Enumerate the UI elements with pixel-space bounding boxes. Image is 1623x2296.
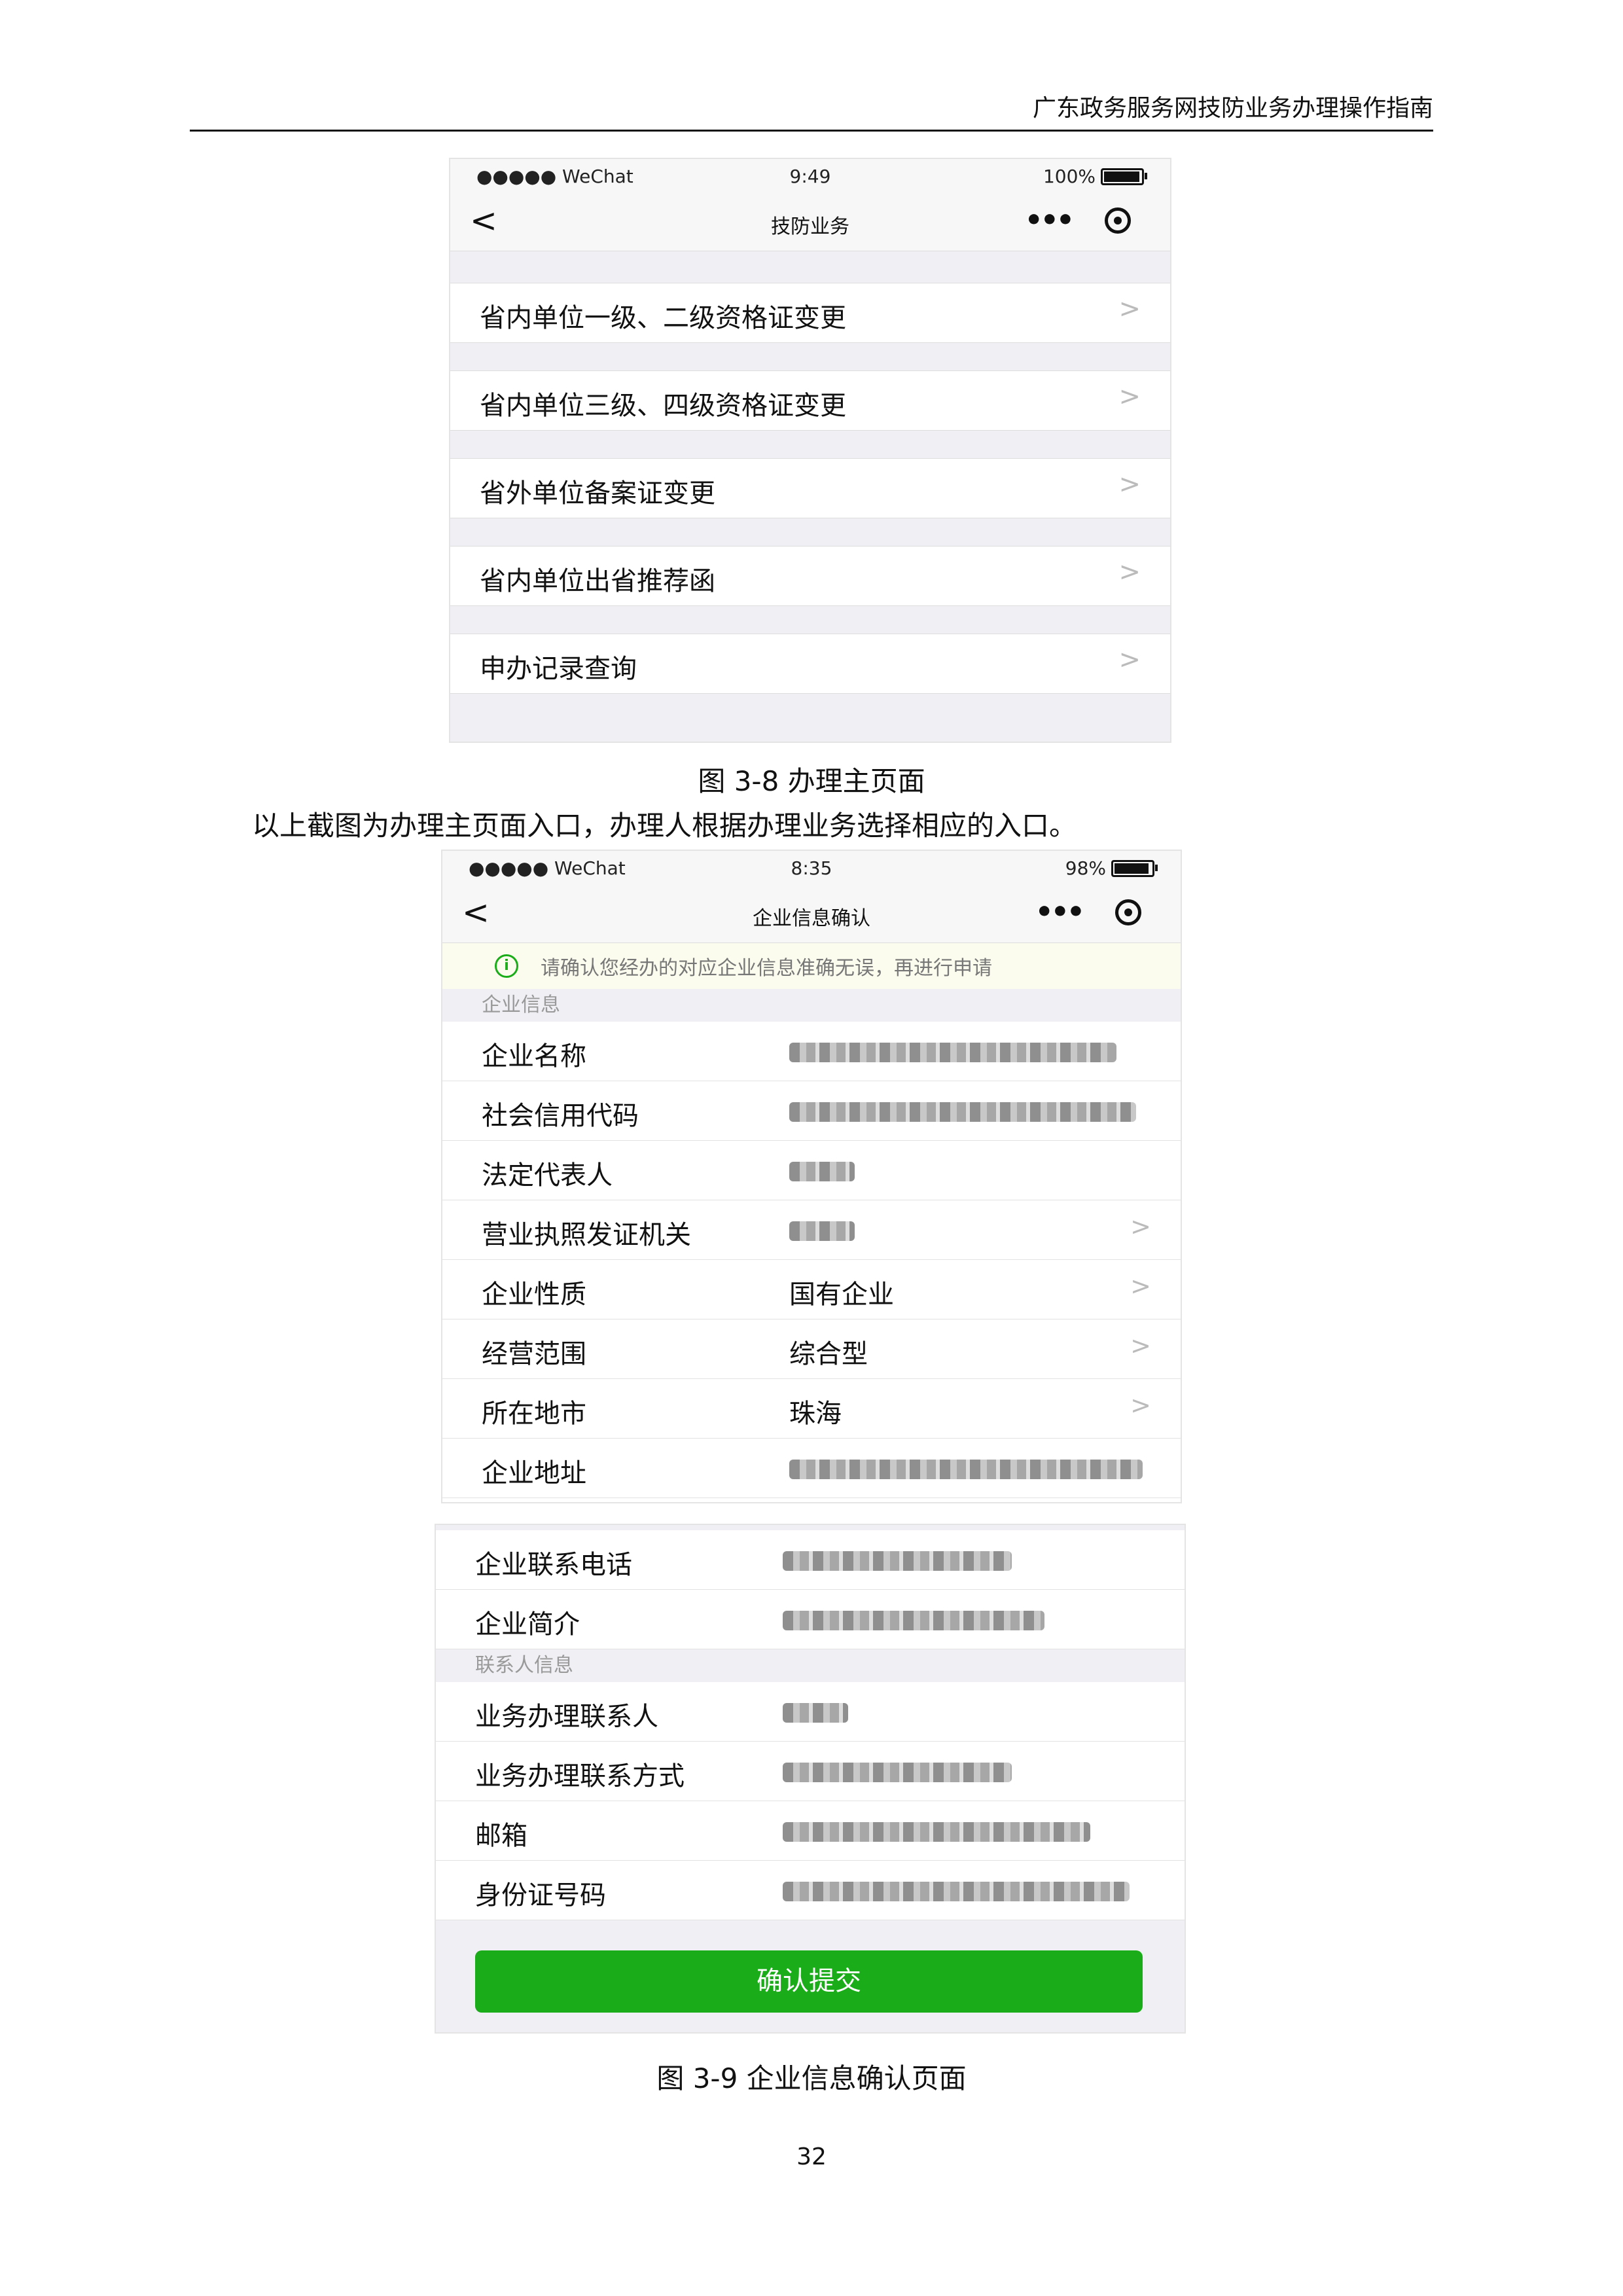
- redacted-value: [783, 1822, 1090, 1842]
- field-company-name: 企业名称: [442, 1022, 1181, 1081]
- field-label: 业务办理联系方式: [475, 1761, 685, 1791]
- field-company-address: 企业地址: [442, 1439, 1181, 1498]
- chevron-right-icon: >: [1118, 382, 1141, 412]
- field-label: 企业名称: [482, 1041, 586, 1071]
- page-number: 32: [796, 2144, 827, 2170]
- chevron-right-icon: >: [1118, 294, 1141, 324]
- field-label: 身份证号码: [475, 1880, 606, 1910]
- menu-item-level3-4-change[interactable]: 省内单位三级、四级资格证变更 >: [450, 370, 1170, 431]
- field-city[interactable]: 所在地市 珠海 >: [442, 1379, 1181, 1439]
- menu-item-label: 申办记录查询: [480, 654, 637, 684]
- field-label: 企业简介: [475, 1609, 580, 1640]
- field-label: 法定代表人: [482, 1160, 613, 1191]
- phone-screenshot-main-menu: ●●●●● WeChat 9:49 100% < 技防业务 ••• 省内单位一级…: [450, 159, 1170, 742]
- more-icon[interactable]: •••: [1035, 895, 1085, 929]
- figure-caption-3-9: 图 3-9 企业信息确认页面: [656, 2062, 967, 2094]
- status-bar: ●●●●● WeChat 9:49 100%: [450, 159, 1170, 192]
- chevron-right-icon: >: [1118, 645, 1141, 675]
- field-label: 业务办理联系人: [475, 1702, 658, 1732]
- confirm-submit-button[interactable]: 确认提交: [475, 1950, 1143, 2013]
- close-target-icon[interactable]: [1115, 899, 1141, 925]
- field-label: 经营范围: [482, 1339, 586, 1369]
- section-label-company: 企业信息: [442, 989, 1181, 1022]
- battery-icon: [1111, 859, 1158, 877]
- field-label: 所在地市: [482, 1399, 586, 1429]
- field-label: 邮箱: [475, 1821, 527, 1851]
- redacted-value: [789, 1460, 1143, 1479]
- redacted-value: [783, 1882, 1130, 1901]
- menu-item-outside-record-change[interactable]: 省外单位备案证变更 >: [450, 458, 1170, 518]
- chevron-right-icon: >: [1130, 1331, 1151, 1360]
- field-contact-person: 业务办理联系人: [436, 1682, 1185, 1742]
- field-company-type[interactable]: 企业性质 国有企业 >: [442, 1260, 1181, 1319]
- chevron-right-icon: >: [1118, 469, 1141, 499]
- redacted-value: [783, 1611, 1044, 1630]
- document-header: 广东政务服务网技防业务办理操作指南: [190, 84, 1433, 132]
- redacted-value: [783, 1551, 1012, 1571]
- status-bar: ●●●●● WeChat 8:35 98%: [442, 851, 1181, 884]
- redacted-value: [789, 1221, 855, 1241]
- phone-screenshot-contact-info: 企业联系电话 企业简介 联系人信息 业务办理联系人 业务办理联系方式 邮箱 身份…: [436, 1525, 1185, 2032]
- body-paragraph: 以上截图为办理主页面入口，办理人根据办理业务选择相应的入口。: [252, 810, 1077, 842]
- battery-percent: 98%: [1065, 857, 1106, 879]
- more-icon[interactable]: •••: [1025, 204, 1075, 237]
- menu-item-level1-2-change[interactable]: 省内单位一级、二级资格证变更 >: [450, 283, 1170, 343]
- field-value: 珠海: [789, 1399, 842, 1429]
- menu-item-label: 省内单位一级、二级资格证变更: [480, 303, 846, 333]
- field-value: 综合型: [789, 1339, 868, 1369]
- field-label: 社会信用代码: [482, 1101, 639, 1131]
- notice-bar: i 请确认您经办的对应企业信息准确无误，再进行申请: [442, 943, 1181, 989]
- field-legal-representative: 法定代表人: [442, 1141, 1181, 1200]
- chevron-right-icon: >: [1130, 1212, 1151, 1241]
- battery-icon: [1101, 168, 1147, 185]
- redacted-value: [789, 1162, 855, 1181]
- redacted-value: [783, 1763, 1012, 1782]
- redacted-value: [789, 1102, 1136, 1122]
- menu-item-label: 省外单位备案证变更: [480, 478, 715, 509]
- field-label: 企业联系电话: [475, 1550, 632, 1580]
- field-company-intro: 企业简介: [436, 1590, 1185, 1649]
- notice-text: 请确认您经办的对应企业信息准确无误，再进行申请: [541, 957, 992, 980]
- nav-bar: < 企业信息确认 •••: [442, 884, 1181, 943]
- redacted-value: [783, 1703, 848, 1723]
- field-label: 营业执照发证机关: [482, 1220, 691, 1250]
- menu-item-label: 省内单位三级、四级资格证变更: [480, 391, 846, 421]
- field-label: 企业地址: [482, 1458, 586, 1488]
- field-label: 企业性质: [482, 1280, 586, 1310]
- menu-item-record-query[interactable]: 申办记录查询 >: [450, 634, 1170, 694]
- field-business-scope[interactable]: 经营范围 综合型 >: [442, 1319, 1181, 1379]
- phone-screenshot-company-info: ●●●●● WeChat 8:35 98% < 企业信息确认 ••• i 请确认…: [442, 851, 1181, 1502]
- field-license-authority[interactable]: 营业执照发证机关 >: [442, 1200, 1181, 1260]
- menu-item-label: 省内单位出省推荐函: [480, 566, 715, 596]
- nav-bar: < 技防业务 •••: [450, 192, 1170, 251]
- battery-indicator: 98%: [1065, 857, 1158, 879]
- field-company-phone: 企业联系电话: [436, 1530, 1185, 1590]
- battery-percent: 100%: [1043, 166, 1096, 187]
- field-id-number: 身份证号码: [436, 1861, 1185, 1920]
- chevron-right-icon: >: [1118, 557, 1141, 587]
- field-value: 国有企业: [789, 1280, 894, 1310]
- field-contact-method: 业务办理联系方式: [436, 1742, 1185, 1801]
- field-credit-code: 社会信用代码: [442, 1081, 1181, 1141]
- field-email: 邮箱: [436, 1801, 1185, 1861]
- close-target-icon[interactable]: [1105, 207, 1131, 234]
- section-label-contact: 联系人信息: [436, 1649, 1185, 1682]
- chevron-right-icon: >: [1130, 1391, 1151, 1420]
- document-header-title: 广东政务服务网技防业务办理操作指南: [1032, 95, 1433, 122]
- chevron-right-icon: >: [1130, 1272, 1151, 1300]
- menu-item-recommendation-letter[interactable]: 省内单位出省推荐函 >: [450, 546, 1170, 606]
- info-icon: i: [495, 954, 518, 978]
- redacted-value: [789, 1043, 1116, 1062]
- figure-caption-3-8: 图 3-8 办理主页面: [698, 765, 925, 797]
- battery-indicator: 100%: [1043, 166, 1147, 187]
